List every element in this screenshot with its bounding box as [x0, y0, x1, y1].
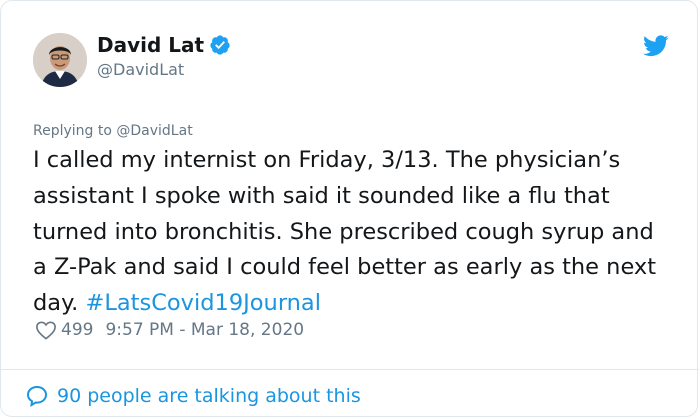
- tweet-card: David Lat @DavidLat Replying to @DavidLa…: [0, 0, 699, 417]
- divider: [1, 369, 699, 370]
- replying-to: Replying to @DavidLat: [33, 122, 193, 140]
- like-count[interactable]: 499: [61, 319, 93, 341]
- author-name-row[interactable]: David Lat: [97, 33, 231, 57]
- author-handle[interactable]: @DavidLat: [97, 60, 184, 80]
- hashtag-link[interactable]: #LatsCovid19Journal: [85, 290, 321, 316]
- replying-to-handle[interactable]: @DavidLat: [116, 123, 192, 139]
- tweet-text: I called my internist on Friday, 3/13. T…: [33, 143, 673, 322]
- speech-bubble-icon: [26, 385, 48, 407]
- heart-icon[interactable]: [35, 320, 57, 340]
- twitter-bird-icon[interactable]: [643, 35, 669, 57]
- tweet-meta: 499 9:57 PM - Mar 18, 2020: [35, 319, 304, 341]
- tweet-timestamp[interactable]: 9:57 PM - Mar 18, 2020: [105, 319, 304, 341]
- verified-badge-icon: [210, 35, 230, 55]
- replying-to-label: Replying to: [33, 123, 117, 139]
- avatar-portrait: [33, 33, 87, 87]
- avatar[interactable]: [33, 33, 87, 87]
- display-name[interactable]: David Lat: [97, 33, 204, 57]
- conversation-text[interactable]: 90 people are talking about this: [57, 384, 361, 408]
- conversation-link[interactable]: 90 people are talking about this: [25, 384, 361, 408]
